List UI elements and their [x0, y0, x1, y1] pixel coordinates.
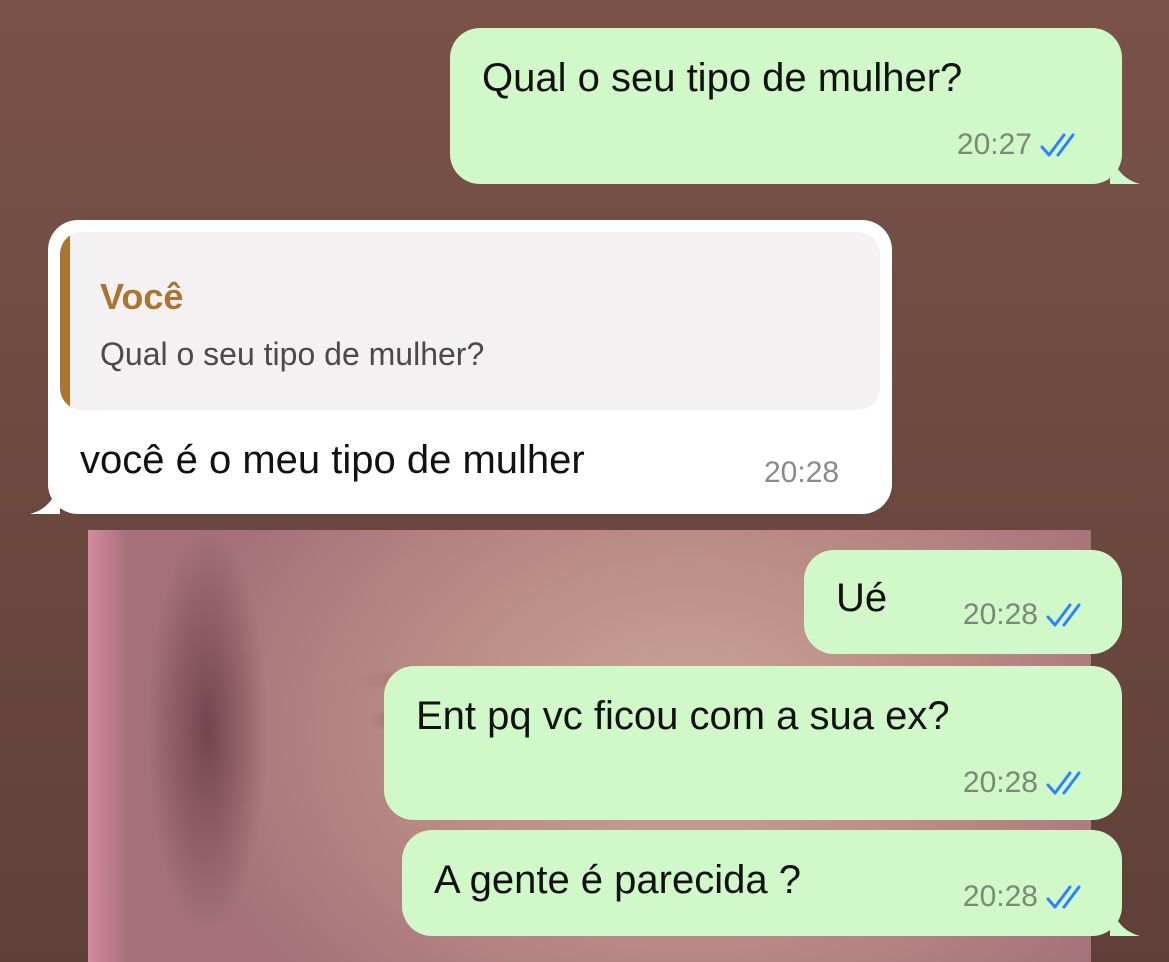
- message-time: 20:28: [962, 766, 1038, 799]
- message-meta: 20:27: [957, 128, 1086, 162]
- message-bubble-outgoing[interactable]: Ué 20:28: [804, 550, 1122, 654]
- message-bubble-outgoing[interactable]: Qual o seu tipo de mulher? 20:27: [450, 28, 1140, 184]
- reply-quote-author: Você: [100, 276, 184, 317]
- message-text: A gente é parecida ?: [434, 858, 801, 902]
- message-text: Ent pq vc ficou com a sua ex?: [416, 694, 950, 738]
- message-bubble-incoming[interactable]: Você Qual o seu tipo de mulher? você é o…: [30, 220, 892, 514]
- reply-quote-text: Qual o seu tipo de mulher?: [100, 336, 485, 372]
- message-meta: 20:28: [963, 880, 1092, 914]
- message-text: Qual o seu tipo de mulher?: [482, 56, 963, 100]
- double-check-icon: [1046, 885, 1081, 909]
- message-time: 20:28: [962, 880, 1038, 913]
- message-meta: 20:28: [963, 766, 1092, 800]
- message-time: 20:27: [956, 128, 1032, 161]
- message-meta: 20:28: [963, 598, 1092, 632]
- message-bubble-outgoing[interactable]: Ent pq vc ficou com a sua ex? 20:28: [384, 666, 1122, 820]
- message-time: 20:28: [764, 456, 840, 489]
- message-text: Ué: [836, 576, 888, 620]
- double-check-icon: [1046, 603, 1081, 627]
- double-check-icon: [1040, 133, 1075, 157]
- bubble-tail: [30, 480, 60, 514]
- message-meta: 20:28: [764, 456, 839, 490]
- reply-quote-accent: [60, 232, 70, 410]
- double-check-icon: [1046, 771, 1081, 795]
- bubble-tail: [1110, 150, 1140, 184]
- bubble-tail: [1110, 902, 1140, 936]
- message-text: você é o meu tipo de mulher: [80, 438, 585, 482]
- reply-quote[interactable]: Você Qual o seu tipo de mulher?: [60, 232, 880, 410]
- message-bubble-outgoing[interactable]: A gente é parecida ? 20:28: [402, 830, 1140, 936]
- message-time: 20:28: [962, 598, 1038, 631]
